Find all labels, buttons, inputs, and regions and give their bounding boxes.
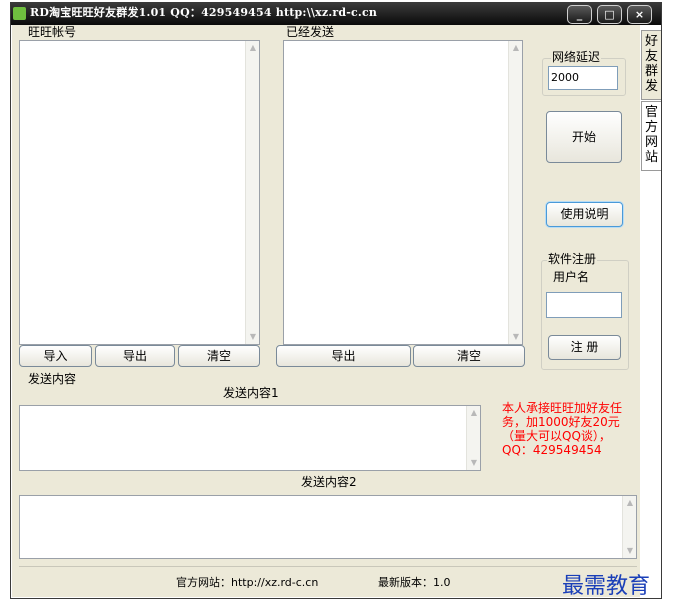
window-title: RD淘宝旺旺好友群发1.01 QQ：429549454 http:\\xz.rd… <box>30 6 378 19</box>
tab-label-char: 网 <box>644 135 658 150</box>
scroll-down-icon[interactable]: ▼ <box>467 456 481 470</box>
app-icon <box>13 7 26 20</box>
help-button[interactable]: 使用说明 <box>546 202 623 227</box>
tab-label-char: 方 <box>644 120 658 135</box>
tab-label-char: 官 <box>644 105 658 120</box>
scroll-down-icon[interactable]: ▼ <box>623 544 637 558</box>
delay-input[interactable]: 2000 <box>548 66 618 90</box>
scroll-up-icon[interactable]: ▲ <box>509 41 523 55</box>
tab-label-char: 发 <box>644 79 658 94</box>
register-button[interactable]: 注 册 <box>548 335 621 360</box>
scroll-up-icon[interactable]: ▲ <box>246 41 260 55</box>
tab-label-char: 好 <box>644 34 658 49</box>
sent-clear-button[interactable]: 清空 <box>413 345 525 367</box>
promo-text: 本人承接旺旺加好友任务，加1000好友20元（量大可以QQ谈），QQ：42954… <box>502 401 623 457</box>
content2-label: 发送内容2 <box>300 475 358 489</box>
accounts-scrollbar[interactable]: ▲ ▼ <box>245 41 259 344</box>
scroll-up-icon[interactable]: ▲ <box>623 496 637 510</box>
content1-textarea[interactable] <box>19 405 481 471</box>
tab-friend-broadcast[interactable]: 好 友 群 发 <box>641 30 661 100</box>
maximize-button[interactable]: □ <box>597 5 622 24</box>
content1-scrollbar[interactable]: ▲ ▼ <box>466 406 480 470</box>
sent-export-button[interactable]: 导出 <box>276 345 411 367</box>
delay-label: 网络延迟 <box>551 50 602 64</box>
import-button[interactable]: 导入 <box>19 345 92 367</box>
username-input[interactable] <box>546 292 622 318</box>
send-content-label: 发送内容 <box>27 372 78 386</box>
username-label: 用户名 <box>552 270 591 284</box>
scroll-down-icon[interactable]: ▼ <box>246 330 260 344</box>
tab-label-char: 友 <box>644 49 658 64</box>
accounts-clear-button[interactable]: 清空 <box>178 345 260 367</box>
tab-label-char: 群 <box>644 64 658 79</box>
watermark: 最需教育 <box>562 574 651 599</box>
sent-scrollbar[interactable]: ▲ ▼ <box>508 41 522 344</box>
tab-official-site[interactable]: 官 方 网 站 <box>641 101 661 171</box>
version-text: 最新版本：1.0 <box>378 576 451 589</box>
registration-label: 软件注册 <box>547 252 598 266</box>
tab-label-char: 站 <box>644 150 658 165</box>
content1-label: 发送内容1 <box>222 386 280 400</box>
start-button[interactable]: 开始 <box>546 111 622 163</box>
website-link[interactable]: 官方网站：http://xz.rd-c.cn <box>176 574 318 590</box>
scroll-up-icon[interactable]: ▲ <box>467 406 481 420</box>
minimize-button[interactable]: _ <box>567 5 592 24</box>
content2-scrollbar[interactable]: ▲ ▼ <box>622 496 636 558</box>
content2-textarea[interactable] <box>19 495 637 559</box>
sent-list[interactable] <box>283 40 523 345</box>
status-divider <box>19 566 637 567</box>
sent-label: 已经发送 <box>285 25 336 39</box>
close-button[interactable]: × <box>627 5 652 24</box>
scroll-down-icon[interactable]: ▼ <box>509 330 523 344</box>
accounts-label: 旺旺帐号 <box>27 25 78 39</box>
accounts-export-button[interactable]: 导出 <box>95 345 175 367</box>
accounts-list[interactable] <box>19 40 260 345</box>
